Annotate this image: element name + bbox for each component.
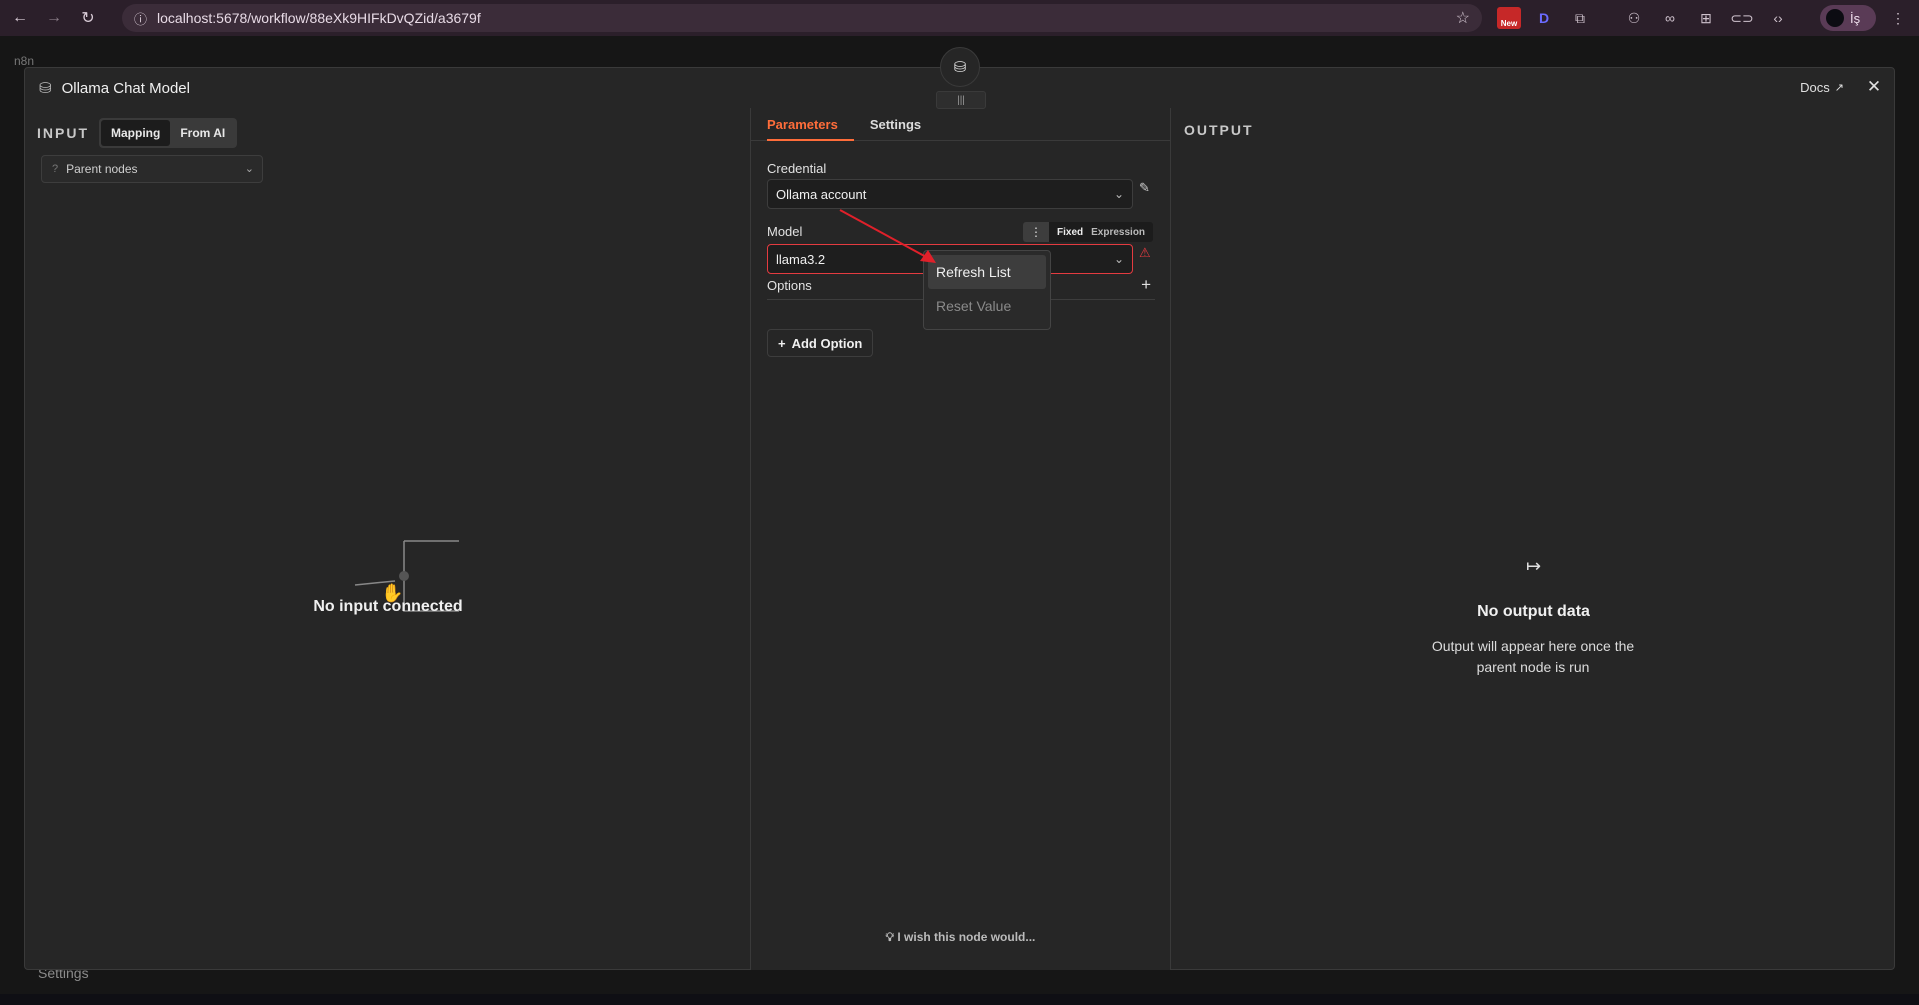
back-icon[interactable]: ← [6,4,34,32]
input-mode-toggle: Mapping From AI [99,118,238,148]
code-icon[interactable]: ‹› [1766,6,1790,30]
external-link-icon: ↗ [1834,82,1844,94]
fixed-expression-toggle: Fixed Expression [1049,222,1154,242]
reset-value-item: Reset Value [936,298,1012,314]
lightbulb-icon: 💡︎ [885,930,895,944]
profile-label: İş [1850,10,1861,26]
refresh-list-item[interactable]: Refresh List [928,255,1046,289]
node-details-modal: ⛁ Ollama Chat Model Docs ↗ ✕ INPUT Mappi… [24,67,1895,970]
panel-resize-grip[interactable]: ||| [936,91,986,109]
add-option-label: Add Option [791,335,863,351]
docs-label: Docs [1800,80,1830,95]
browser-menu-icon[interactable]: ⋮ [1886,6,1910,30]
address-bar[interactable]: ⓘ localhost:5678/workflow/88eXk9HIFkDvQZ… [122,4,1482,32]
expression-toggle[interactable]: Expression [1087,227,1149,238]
mapping-tab[interactable]: Mapping [101,120,171,146]
chevron-down-icon: ⌄ [1113,187,1124,201]
app-logo: n8n [14,54,35,68]
no-output-subtitle: Output will appear here once the parent … [1431,638,1635,675]
params-tabs: Parameters Settings [751,108,1170,141]
extensions-puzzle-icon[interactable]: ⧉ [1568,6,1592,30]
help-icon: ? [52,163,59,175]
extension-d-icon[interactable]: D [1532,6,1556,30]
warning-icon: ⚠ [1139,245,1151,260]
no-input-text: No input connected [313,598,463,615]
input-pane-label: INPUT [37,125,89,141]
input-pane: INPUT Mapping From AI ? Parent nodes ⌄ ✋… [25,108,751,970]
parent-nodes-select[interactable]: ? Parent nodes ⌄ [41,155,263,183]
more-options-icon[interactable]: ⋮ [1023,222,1049,242]
docs-link[interactable]: Docs ↗ [1800,80,1844,95]
plus-icon: + [778,335,786,351]
model-toolbar: ⋮ Fixed Expression [1023,222,1154,242]
tab-settings[interactable]: Settings [870,108,937,141]
profile-button[interactable]: İş [1820,5,1876,31]
ollama-node-icon: ⛁ [39,80,52,97]
reload-icon[interactable]: ↻ [74,4,102,32]
new-extension-badge[interactable]: New [1497,7,1521,29]
bookmark-star-icon[interactable]: ☆ [1456,8,1470,28]
modal-title: Ollama Chat Model [61,79,190,97]
from-ai-tab[interactable]: From AI [170,120,235,146]
add-icon[interactable]: + [1141,275,1151,295]
node-drag-handle[interactable]: ⛁ [940,47,980,87]
credential-select[interactable]: Ollama account ⌄ [767,179,1133,209]
taskbar [0,994,1919,1005]
link-icon[interactable]: ⊂⊃ [1730,6,1754,30]
edit-credential-icon[interactable]: ✎ [1139,180,1150,196]
output-pane: OUTPUT ↦ No output data Output will appe… [1172,108,1895,970]
model-value: llama3.2 [776,251,826,267]
extension-glasses-icon[interactable]: ∞ [1658,6,1682,30]
feedback-link[interactable]: 💡︎ I wish this node would... [751,930,1170,945]
chevron-down-icon: ⌄ [244,163,254,175]
forward-icon[interactable]: → [40,4,68,32]
model-actions-menu: Refresh List Reset Value [923,250,1051,330]
tab-parameters[interactable]: Parameters [767,108,854,141]
output-arrow-icon: ↦ [1525,556,1542,576]
options-label: Options [767,278,812,293]
parent-nodes-label: Parent nodes [66,162,138,176]
fixed-toggle[interactable]: Fixed [1053,227,1087,238]
credential-value: Ollama account [776,186,867,202]
input-header: INPUT Mapping From AI [37,118,238,148]
model-label: Model [767,224,803,239]
url-text: localhost:5678/workflow/88eXk9HIFkDvQZid… [157,10,481,26]
parameters-pane: Parameters Settings Credential Ollama ac… [751,108,1171,970]
wish-text: I wish this node would... [897,930,1036,944]
avatar [1826,9,1844,27]
add-option-button[interactable]: + Add Option [767,329,874,357]
chevron-down-icon: ⌄ [1113,252,1124,266]
site-info-icon[interactable]: ⓘ [134,9,147,28]
no-output-title: No output data [1477,603,1590,620]
output-pane-label: OUTPUT [1184,122,1254,138]
credential-label: Credential [767,161,827,176]
close-icon[interactable]: ✕ [1864,77,1884,97]
extension-icon[interactable]: ⚇ [1622,6,1646,30]
translate-icon[interactable]: ⊞ [1694,6,1718,30]
